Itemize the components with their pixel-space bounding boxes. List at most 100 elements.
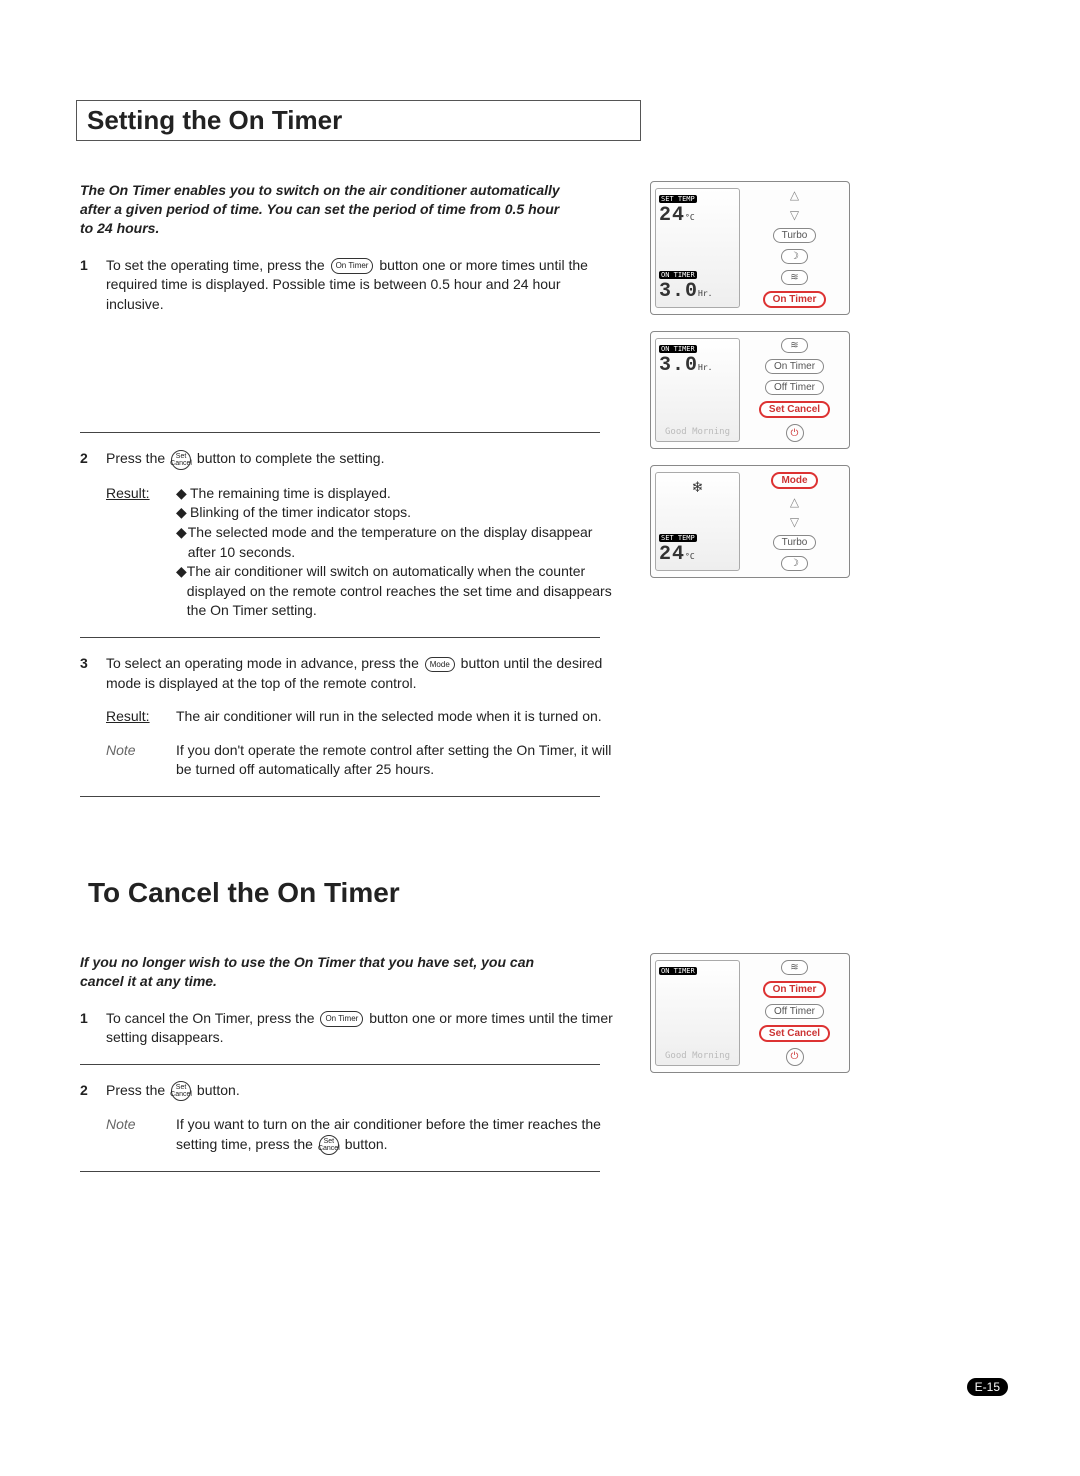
lcd-temp: 24 [659, 543, 685, 566]
illustration-column: SET TEMP 24°C ON TIMER 3.0Hr. △ ▽ Turbo … [650, 181, 850, 813]
step-number: 2 [80, 449, 106, 620]
step: 2 Press the Set Cancel button. Note If y… [60, 1081, 620, 1155]
diamond-icon: ◆ [176, 484, 190, 504]
step: 1 To cancel the On Timer, press the On T… [60, 1009, 620, 1048]
set-cancel-button-highlight: Set Cancel [759, 1025, 830, 1042]
step-text: Press the [106, 1082, 169, 1098]
remote-lcd: ON TIMER Good Morning [655, 960, 740, 1066]
step: 3 To select an operating mode in advance… [60, 654, 620, 780]
instructions-column: If you no longer wish to use the On Time… [60, 953, 620, 1188]
section-title-bar: To Cancel the On Timer [76, 873, 641, 913]
good-morning-label: Good Morning [659, 427, 736, 437]
remote-lcd: SET TEMP 24°C ON TIMER 3.0Hr. [655, 188, 740, 308]
diamond-icon: ◆ [176, 523, 188, 562]
note-text: If you don't operate the remote control … [176, 741, 620, 780]
on-timer-tag: ON TIMER [659, 345, 697, 353]
lcd-timer-unit: Hr. [698, 363, 712, 372]
up-icon: △ [790, 188, 799, 202]
diamond-icon: ◆ [176, 503, 190, 523]
result-item: The selected mode and the temperature on… [188, 523, 620, 562]
remote-illustration: ON TIMER 3.0Hr. Good Morning ≋ On Timer … [650, 331, 850, 449]
sleep-icon: ☽ [781, 249, 808, 264]
divider [80, 637, 600, 638]
step-number: 1 [80, 256, 106, 315]
lcd-temp-unit: °C [685, 213, 695, 222]
result-item: Blinking of the timer indicator stops. [190, 503, 411, 523]
step-number: 3 [80, 654, 106, 780]
step-text: To set the operating time, press the [106, 257, 329, 273]
power-icon: ⏻ [786, 424, 804, 442]
result-item: The remaining time is displayed. [190, 484, 391, 504]
step-text: To select an operating mode in advance, … [106, 655, 423, 671]
divider [80, 796, 600, 797]
section-title: Setting the On Timer [87, 105, 630, 136]
on-timer-button: On Timer [765, 359, 824, 374]
set-cancel-button-icon: Set Cancel [319, 1135, 339, 1155]
note-text: button. [345, 1136, 388, 1152]
lcd-timer: 3.0 [659, 354, 698, 377]
step-text: To cancel the On Timer, press the [106, 1010, 318, 1026]
snowflake-icon: ❄ [659, 477, 736, 496]
illustration-column: ON TIMER Good Morning ≋ On Timer Off Tim… [650, 953, 850, 1188]
section-title-bar: Setting the On Timer [76, 100, 641, 141]
power-icon: ⏻ [786, 1048, 804, 1066]
set-cancel-button-icon: Set Cancel [171, 1081, 191, 1101]
on-timer-tag: ON TIMER [659, 967, 697, 975]
step-number: 1 [80, 1009, 106, 1048]
set-cancel-button-icon: Set Cancel [171, 450, 191, 470]
off-timer-button: Off Timer [765, 380, 824, 395]
down-icon: ▽ [790, 515, 799, 529]
mode-button-icon: Mode [425, 657, 455, 672]
air-swing-icon: ≋ [781, 960, 807, 975]
step: 2 Press the Set Cancel button to complet… [60, 449, 620, 620]
air-swing-icon: ≋ [781, 270, 807, 285]
step-text: Press the [106, 450, 169, 466]
section-intro: If you no longer wish to use the On Time… [80, 953, 560, 991]
result-label: Result: [106, 484, 176, 621]
section-intro: The On Timer enables you to switch on th… [80, 181, 560, 238]
divider [80, 1064, 600, 1065]
good-morning-label: Good Morning [659, 1051, 736, 1061]
lcd-timer: 3.0 [659, 280, 698, 303]
turbo-button: Turbo [773, 535, 817, 550]
step: 1 To set the operating time, press the O… [60, 256, 620, 315]
remote-illustration: ❄ SET TEMP 24°C Mode △ ▽ Turbo ☽ [650, 465, 850, 578]
set-temp-tag: SET TEMP [659, 195, 697, 203]
lcd-temp: 24 [659, 204, 685, 227]
diamond-icon: ◆ [176, 562, 187, 621]
set-cancel-button-highlight: Set Cancel [759, 401, 830, 418]
remote-illustration: SET TEMP 24°C ON TIMER 3.0Hr. △ ▽ Turbo … [650, 181, 850, 315]
sleep-icon: ☽ [781, 556, 808, 571]
step-number: 2 [80, 1081, 106, 1155]
result-item: The air conditioner will switch on autom… [187, 562, 620, 621]
note-label: Note [106, 1115, 176, 1155]
remote-lcd: ❄ SET TEMP 24°C [655, 472, 740, 571]
set-temp-tag: SET TEMP [659, 534, 697, 542]
step-text: button. [197, 1082, 240, 1098]
divider [80, 432, 600, 433]
on-timer-button-highlight: On Timer [763, 291, 827, 308]
result-text: The air conditioner will run in the sele… [176, 707, 620, 727]
mode-button-highlight: Mode [771, 472, 817, 489]
instructions-column: The On Timer enables you to switch on th… [60, 181, 620, 813]
note-label: Note [106, 741, 176, 780]
air-swing-icon: ≋ [781, 338, 807, 353]
note-text: If you want to turn on the air condition… [176, 1116, 601, 1152]
turbo-button: Turbo [773, 228, 817, 243]
step-text: button to complete the setting. [197, 450, 385, 466]
lcd-temp-unit: °C [685, 552, 695, 561]
down-icon: ▽ [790, 208, 799, 222]
section-title: To Cancel the On Timer [88, 877, 631, 909]
result-label: Result: [106, 707, 176, 727]
on-timer-button-icon: On Timer [331, 258, 374, 273]
divider [80, 1171, 600, 1172]
page-number-badge: E-15 [967, 1378, 1008, 1396]
off-timer-button: Off Timer [765, 1004, 824, 1019]
on-timer-button-icon: On Timer [320, 1011, 363, 1026]
on-timer-button-highlight: On Timer [763, 981, 827, 998]
remote-lcd: ON TIMER 3.0Hr. Good Morning [655, 338, 740, 442]
remote-illustration: ON TIMER Good Morning ≋ On Timer Off Tim… [650, 953, 850, 1073]
up-icon: △ [790, 495, 799, 509]
lcd-timer-unit: Hr. [698, 289, 712, 298]
on-timer-tag: ON TIMER [659, 271, 697, 279]
